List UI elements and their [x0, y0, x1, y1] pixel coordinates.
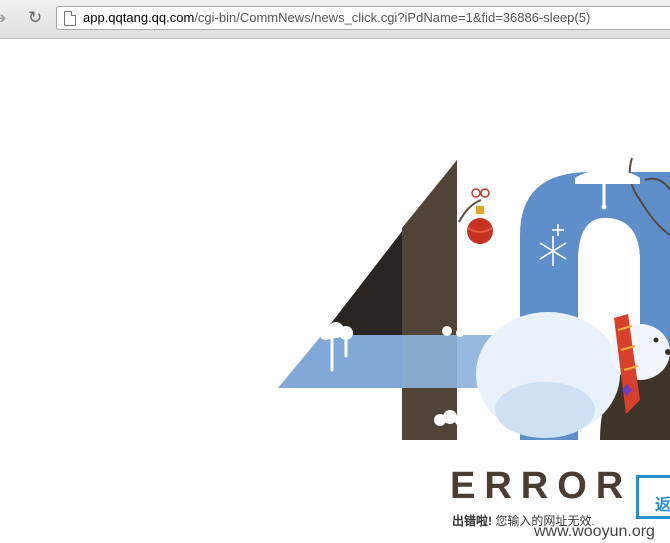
forward-arrow-icon[interactable]: ➔: [0, 7, 14, 29]
browser-toolbar: ➔ ↻ app.qqtang.qq.com/cgi-bin/CommNews/n…: [0, 0, 670, 39]
address-bar[interactable]: app.qqtang.qq.com/cgi-bin/CommNews/news_…: [56, 6, 670, 30]
error-title: ERROR: [450, 465, 633, 507]
reload-icon[interactable]: ↻: [28, 7, 50, 29]
watermark-text: www.wooyun.org: [534, 523, 655, 540]
url-host: app.qqtang.qq.com: [83, 10, 195, 25]
ornament-icon: [458, 188, 493, 244]
return-button[interactable]: 返: [636, 475, 670, 519]
url-path: /cgi-bin/CommNews/news_click.cgi?iPdName…: [194, 10, 591, 25]
four-digit: [278, 160, 500, 440]
url-text[interactable]: app.qqtang.qq.com/cgi-bin/CommNews/news_…: [83, 10, 590, 25]
error-prefix: 出错啦!: [452, 514, 492, 528]
404-illustration: [278, 157, 670, 440]
page-icon: [64, 11, 76, 26]
